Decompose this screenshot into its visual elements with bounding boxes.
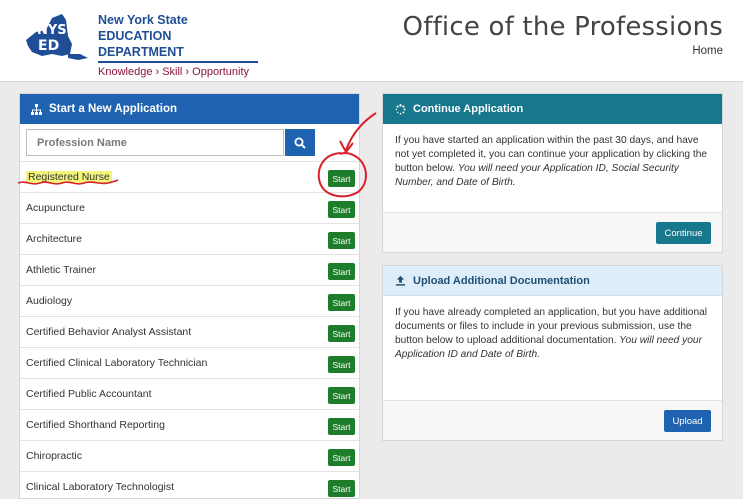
- profession-row: Acupuncture Start: [20, 192, 359, 223]
- nysed-logo[interactable]: NYS ED .gov New York State EDUCATION DEP…: [22, 10, 258, 78]
- profession-name: Architecture: [26, 233, 83, 245]
- profession-search: [26, 129, 315, 156]
- upload-documentation-text: If you have already completed an applica…: [395, 307, 708, 360]
- search-button[interactable]: [285, 129, 315, 156]
- profession-row: Certified Public Accountant Start: [20, 378, 359, 409]
- svg-text:.gov: .gov: [41, 54, 54, 61]
- sitemap-icon: [31, 103, 42, 115]
- profession-name: Certified Shorthand Reporting: [26, 419, 165, 431]
- start-button[interactable]: Start: [328, 418, 355, 435]
- upload-icon: [395, 275, 406, 286]
- profession-row: Clinical Laboratory Technologist Start: [20, 471, 359, 498]
- profession-name: Acupuncture: [26, 202, 85, 214]
- search-icon: [294, 137, 306, 149]
- new-application-panel: Start a New Application Registered Nurse…: [19, 93, 360, 499]
- continue-application-text: If you have started an application withi…: [395, 135, 708, 188]
- profession-row: Registered Nurse Start: [20, 161, 359, 192]
- upload-documentation-title: Upload Additional Documentation: [413, 274, 590, 287]
- profession-row: Athletic Trainer Start: [20, 254, 359, 285]
- nys-map-logo-icon: NYS ED .gov: [26, 14, 88, 61]
- logo-line-department: EDUCATION DEPARTMENT: [98, 28, 258, 63]
- profession-row: Certified Behavior Analyst Assistant Star…: [20, 316, 359, 347]
- svg-text:ED: ED: [38, 38, 59, 54]
- profession-name: Certified Clinical Laboratory Technician: [26, 357, 208, 369]
- continue-application-title: Continue Application: [413, 103, 524, 115]
- profession-row: Certified Clinical Laboratory Technician…: [20, 347, 359, 378]
- profession-search-input[interactable]: [26, 129, 284, 156]
- start-button[interactable]: Start: [328, 387, 355, 404]
- profession-name: Registered Nurse: [26, 171, 112, 183]
- profession-row: Architecture Start: [20, 223, 359, 254]
- profession-name: Audiology: [26, 295, 73, 307]
- logo-tagline: Knowledge › Skill › Opportunity: [98, 66, 250, 78]
- site-header: NYS ED .gov New York State EDUCATION DEP…: [0, 0, 743, 82]
- start-button[interactable]: Start: [328, 232, 355, 249]
- home-link[interactable]: Home: [692, 45, 723, 57]
- continue-application-panel: Continue Application If you have started…: [382, 93, 723, 253]
- profession-name: Clinical Laboratory Technologist: [26, 481, 175, 493]
- profession-name: Chiropractic: [26, 450, 83, 462]
- start-button[interactable]: Start: [328, 449, 355, 466]
- start-button[interactable]: Start: [328, 201, 355, 218]
- start-button[interactable]: Start: [328, 294, 355, 311]
- start-button[interactable]: Start: [328, 325, 355, 342]
- upload-documentation-panel: Upload Additional Documentation If you h…: [382, 265, 723, 441]
- profession-name: Certified Behavior Analyst Assistant: [26, 326, 192, 338]
- svg-text:NYS: NYS: [37, 23, 67, 38]
- profession-name: Certified Public Accountant: [26, 388, 152, 400]
- new-application-title: Start a New Application: [49, 103, 178, 115]
- profession-name: Athletic Trainer: [26, 264, 97, 276]
- start-button[interactable]: Start: [328, 356, 355, 373]
- page-title: Office of the Professions: [402, 12, 723, 42]
- start-button[interactable]: Start: [328, 480, 355, 497]
- profession-row: Chiropractic Start: [20, 440, 359, 471]
- profession-list: Registered Nurse Start Acupuncture Start Arc…: [20, 161, 359, 498]
- profession-row: Certified Shorthand Reporting Start: [20, 409, 359, 440]
- spinner-icon: [395, 103, 406, 114]
- upload-button[interactable]: Upload: [664, 410, 711, 432]
- profession-row: Audiology Start: [20, 285, 359, 316]
- upload-documentation-header: Upload Additional Documentation: [383, 266, 722, 296]
- start-button[interactable]: Start: [328, 263, 355, 280]
- new-application-header: Start a New Application: [20, 94, 359, 124]
- logo-line-state: New York State: [98, 13, 188, 27]
- continue-application-header: Continue Application: [383, 94, 722, 124]
- start-button[interactable]: Start: [328, 170, 355, 187]
- continue-button[interactable]: Continue: [656, 222, 711, 244]
